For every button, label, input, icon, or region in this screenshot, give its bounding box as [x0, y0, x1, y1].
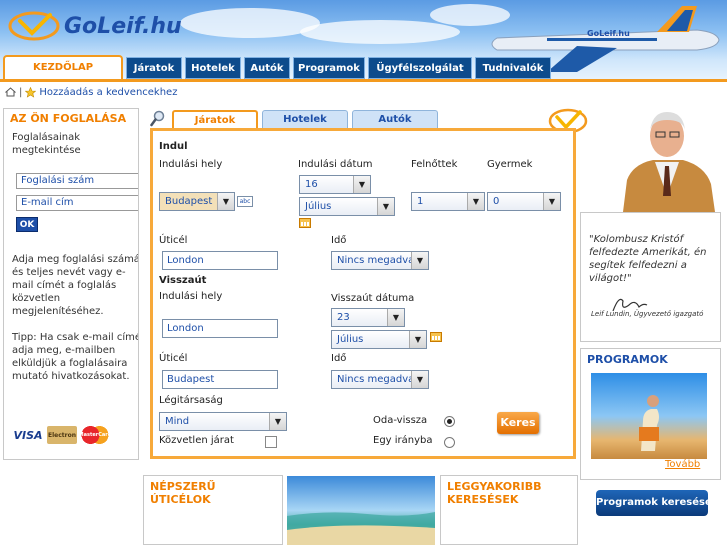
booking-intro-line: megtekintése	[12, 145, 81, 156]
add-to-favorites-link[interactable]: Hozzáadás a kedvencekhez	[39, 87, 177, 98]
nav-tab-cars[interactable]: Autók	[244, 57, 290, 79]
more-link[interactable]: Tovább	[665, 459, 700, 470]
departure-month-select[interactable]: Július	[299, 197, 395, 216]
popular-title-line: NÉPSZERŰ	[150, 480, 216, 493]
help-line: mail címét a foglalás	[12, 280, 117, 291]
tab-cars[interactable]: Autók	[352, 110, 438, 129]
calendar-icon[interactable]	[430, 332, 442, 342]
help-line: Adja meg foglalási számát	[12, 254, 139, 265]
booking-intro-line: Foglalásainak	[12, 132, 81, 143]
nav-tab-hotels[interactable]: Hotelek	[185, 57, 241, 79]
programs-photo	[591, 373, 707, 459]
breadcrumb-separator: |	[19, 86, 23, 98]
airline-select[interactable]: Mind	[159, 412, 287, 431]
children-select[interactable]: 0	[487, 192, 561, 211]
return-time-select[interactable]: Nincs megadva	[331, 370, 429, 389]
ceo-portrait-image	[613, 100, 721, 212]
return-month-select[interactable]: Július	[331, 330, 427, 349]
roundtrip-radio[interactable]	[444, 416, 455, 427]
return-departure-place-label: Indulási hely	[159, 291, 223, 302]
nav-tab-customer-service[interactable]: Ügyfélszolgálat	[368, 57, 472, 79]
quote-signature: Leif Lundin, Ügyvezető igazgató	[591, 310, 704, 318]
booking-tip-text: Tipp: Ha csak e-mail címét adja meg, e-m…	[4, 331, 139, 383]
children-label: Gyermek	[487, 159, 533, 170]
nav-tab-flights[interactable]: Járatok	[126, 57, 182, 79]
booking-number-input[interactable]: Foglalási szám	[16, 173, 138, 189]
nav-home-tab[interactable]: KEZDŐLAP	[3, 55, 123, 81]
destination-photo[interactable]	[287, 476, 435, 545]
logo-mark-icon	[8, 11, 60, 41]
main-nav: KEZDŐLAP Járatok Hotelek Autók Programok…	[0, 55, 727, 81]
star-icon	[25, 86, 37, 98]
adults-label: Felnőttek	[411, 159, 458, 170]
return-time-label: Idő	[331, 353, 347, 364]
frequent-title-line: KERESÉSEK	[447, 493, 519, 506]
popular-destinations-box: NÉPSZERŰ ÚTICÉLOK	[143, 475, 283, 545]
direct-flight-label: Közvetlen járat	[159, 435, 234, 446]
tip-line: adja meg, e-mailben	[12, 345, 116, 356]
return-destination-input[interactable]: Budapest	[162, 370, 278, 389]
logo[interactable]: GoLeif.hu	[8, 10, 182, 42]
plane-logo: GoLeif.hu	[587, 29, 630, 38]
direct-flight-checkbox[interactable]	[265, 436, 277, 448]
return-destination-label: Úticél	[159, 353, 188, 364]
cloud	[180, 8, 320, 38]
nav-tab-info[interactable]: Tudnivalók	[475, 57, 551, 79]
tip-line: mutató hivatkozásokat.	[12, 371, 130, 382]
destination-input[interactable]: London	[162, 251, 278, 270]
tab-hotels[interactable]: Hotelek	[262, 110, 348, 129]
destination-label: Úticél	[159, 235, 188, 246]
logo-text: GoLeif.hu	[64, 13, 182, 39]
frequent-title-line: LEGGYAKORIBB	[447, 480, 542, 493]
departure-place-select[interactable]: Budapest	[159, 192, 235, 211]
home-icon[interactable]	[5, 87, 16, 97]
magnifier-icon	[150, 110, 165, 127]
airline-label: Légitársaság	[159, 395, 223, 406]
ceo-quote-box: "Kolombusz Kristóf felfedezte Amerikát, …	[580, 212, 721, 342]
oneway-radio[interactable]	[444, 437, 455, 448]
tip-line: elküldjük a foglalásaira	[12, 358, 128, 369]
departure-date-label: Indulási dátum	[298, 159, 373, 170]
email-input[interactable]: E-mail cím	[16, 195, 138, 211]
booking-title: AZ ÖN FOGLALÁSA	[10, 112, 127, 125]
return-heading: Visszaút	[159, 275, 207, 286]
return-date-label: Visszaút dátuma	[331, 293, 415, 304]
calendar-icon[interactable]	[299, 218, 311, 228]
popular-title-line: ÚTICÉLOK	[150, 493, 211, 506]
time-label: Idő	[331, 235, 347, 246]
oneway-label: Egy irányba	[373, 435, 433, 446]
adults-select[interactable]: 1	[411, 192, 485, 211]
nav-tab-programs[interactable]: Programok	[293, 57, 365, 79]
program-search-button[interactable]: Programok keresése	[596, 490, 708, 516]
departure-day-select[interactable]: 16	[299, 175, 371, 194]
outbound-heading: Indul	[159, 141, 188, 152]
electron-card-icon: Electron	[47, 426, 77, 444]
booking-lookup-panel: AZ ÖN FOGLALÁSA Foglalásainak megtekinté…	[3, 108, 139, 460]
booking-help-text: Adja meg foglalási számát és teljes nevé…	[4, 253, 139, 318]
visa-card-icon: VISA	[13, 428, 43, 442]
roundtrip-label: Oda-vissza	[373, 415, 428, 426]
quote-text: "Kolombusz Kristóf felfedezte Amerikát, …	[589, 234, 707, 284]
frequent-searches-box: LEGGYAKORIBB KERESÉSEK	[440, 475, 578, 545]
nav-divider	[0, 79, 727, 82]
departure-time-select[interactable]: Nincs megadva	[331, 251, 429, 270]
search-button[interactable]: Keres	[497, 412, 539, 434]
abc-icon[interactable]: abc	[237, 196, 253, 207]
help-line: közvetlen	[12, 293, 61, 304]
programs-box: PROGRAMOK Tovább	[580, 348, 721, 480]
breadcrumb: | Hozzáadás a kedvencekhez	[5, 86, 177, 98]
departure-place-label: Indulási hely	[159, 159, 223, 170]
ok-button[interactable]: OK	[16, 217, 38, 232]
return-departure-place-input[interactable]: London	[162, 319, 278, 338]
help-line: és teljes nevét vagy e-	[12, 267, 126, 278]
mastercard-icon: MasterCard	[79, 426, 111, 444]
help-line: megjelenítéséhez.	[12, 306, 104, 317]
tab-flights[interactable]: Járatok	[172, 110, 258, 130]
payment-cards: VISA Electron MasterCard	[12, 426, 111, 444]
flight-search-form: Indul Indulási hely Indulási dátum Felnő…	[150, 128, 576, 459]
return-day-select[interactable]: 23	[331, 308, 405, 327]
tip-line: Tipp: Ha csak e-mail címét	[12, 332, 139, 343]
programs-title: PROGRAMOK	[587, 353, 668, 366]
